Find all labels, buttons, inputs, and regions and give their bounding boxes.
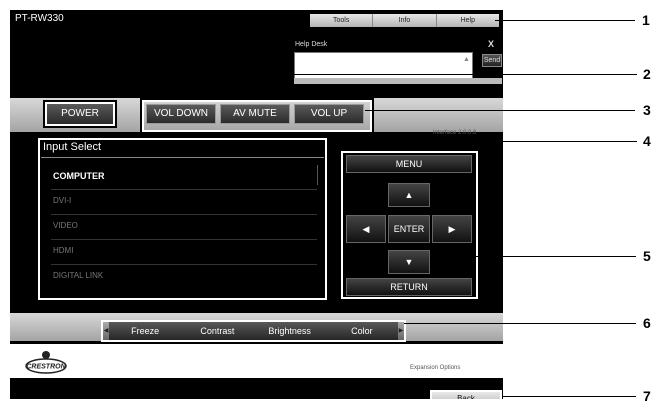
callout-line-5 <box>476 256 636 257</box>
menu-help[interactable]: Help <box>437 14 499 27</box>
input-option-video[interactable]: VIDEO <box>53 221 78 230</box>
callout-line-1 <box>495 20 635 21</box>
input-select-divider <box>41 157 324 158</box>
effects-scroll-right-icon[interactable]: ▶ <box>398 322 404 340</box>
color-button[interactable]: Color <box>326 322 398 340</box>
av-mute-button[interactable]: AV MUTE <box>220 104 290 124</box>
input-option-divider <box>51 189 317 190</box>
vol-down-button[interactable]: VOL DOWN <box>146 104 216 124</box>
callout-line-7 <box>502 396 636 397</box>
interface-version: Interface 2.0.0.6 <box>433 130 477 136</box>
power-button[interactable]: POWER <box>43 100 117 128</box>
vol-up-button[interactable]: VOL UP <box>294 104 364 124</box>
callout-5: 5 <box>643 248 651 264</box>
callout-6: 6 <box>643 315 651 331</box>
help-desk-send-button[interactable]: Send <box>482 54 502 67</box>
callout-line-4 <box>328 141 637 142</box>
right-arrow-icon[interactable]: ▶ <box>432 215 472 243</box>
expansion-options-link[interactable]: Expansion Options <box>410 365 460 371</box>
input-option-divider <box>51 239 317 240</box>
callout-3: 3 <box>643 102 651 118</box>
callout-vline-2 <box>82 74 83 98</box>
callout-line-3 <box>365 110 635 111</box>
menu-button[interactable]: MENU <box>346 155 472 173</box>
input-select-title: Input Select <box>43 141 102 153</box>
menu-info[interactable]: Info <box>373 14 437 27</box>
crestron-logo-text: CRESTRON <box>26 364 66 371</box>
input-option-computer[interactable]: COMPUTER <box>53 171 105 181</box>
callout-1: 1 <box>642 12 650 28</box>
input-option-divider <box>51 214 317 215</box>
up-arrow-icon[interactable]: ▲ <box>388 183 430 207</box>
callout-line-6 <box>404 323 636 324</box>
input-option-divider <box>51 264 317 265</box>
help-desk-title: Help Desk <box>295 41 328 48</box>
enter-button[interactable]: ENTER <box>388 215 430 243</box>
brightness-button[interactable]: Brightness <box>254 322 326 340</box>
back-button[interactable]: Back <box>430 390 502 399</box>
callout-line-2 <box>82 74 637 75</box>
help-desk-scroll-icon[interactable]: ▲ <box>463 56 470 63</box>
webcontrol-panel: PT-RW330 Tools Info Help Help Desk X ▲ S… <box>10 10 503 399</box>
left-arrow-icon[interactable]: ◀ <box>346 215 386 243</box>
callout-2: 2 <box>643 66 651 82</box>
callout-4: 4 <box>643 133 651 149</box>
top-menu: Tools Info Help <box>310 14 499 27</box>
input-option-digital-link[interactable]: DIGITAL LINK <box>53 271 103 280</box>
input-option-dvi[interactable]: DVI-I <box>53 196 71 205</box>
return-button[interactable]: RETURN <box>346 278 472 296</box>
footer-area <box>10 344 503 378</box>
effects-group: ◀ Freeze Contrast Brightness Color ▶ <box>101 320 406 342</box>
help-desk-divider <box>294 78 502 84</box>
window-title: PT-RW330 <box>15 13 64 24</box>
freeze-button[interactable]: Freeze <box>109 322 181 340</box>
callout-7: 7 <box>643 388 651 404</box>
menu-tools[interactable]: Tools <box>310 14 374 27</box>
input-option-hdmi[interactable]: HDMI <box>53 246 73 255</box>
crestron-logo-icon: CRESTRON <box>25 347 67 377</box>
down-arrow-icon[interactable]: ▼ <box>388 250 430 274</box>
contrast-button[interactable]: Contrast <box>181 322 253 340</box>
help-desk-close-icon[interactable]: X <box>488 39 494 49</box>
